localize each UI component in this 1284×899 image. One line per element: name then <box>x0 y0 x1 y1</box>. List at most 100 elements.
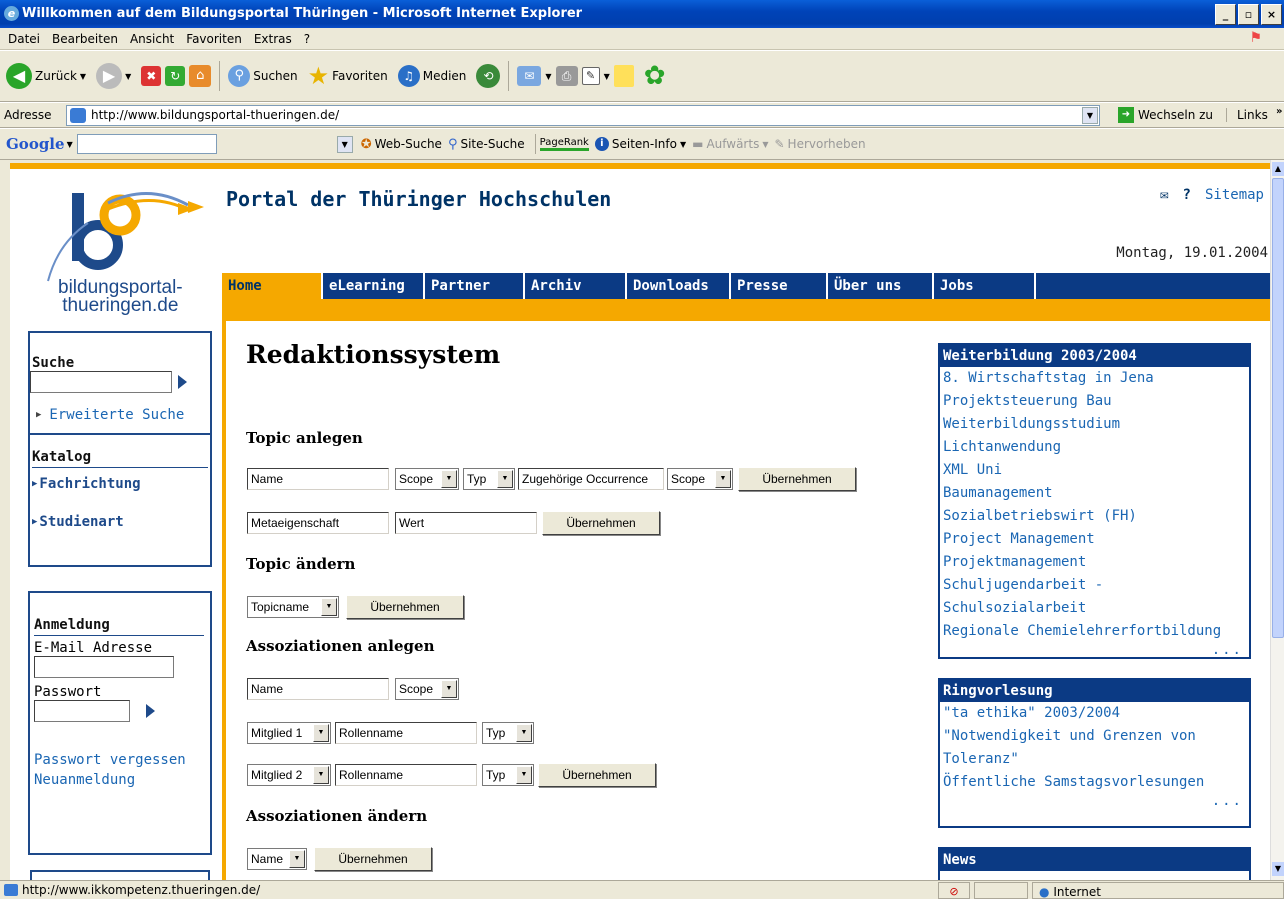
scroll-thumb[interactable] <box>1272 178 1284 638</box>
member2-rolename-field[interactable]: Rollenname <box>335 764 477 786</box>
assoc-create-submit-button[interactable]: Übernehmen <box>538 763 656 787</box>
menu-favoriten[interactable]: Favoriten <box>186 32 250 46</box>
topic-type-select[interactable]: Typ ▼ <box>463 468 515 490</box>
menu-datei[interactable]: Datei <box>8 32 48 46</box>
nav-partner[interactable]: Partner <box>425 273 525 299</box>
sitemap-link[interactable]: Sitemap <box>1205 187 1264 203</box>
scroll-down-icon[interactable]: ▼ <box>1272 862 1284 876</box>
favorites-button[interactable]: ★ Favoriten <box>308 62 388 90</box>
topic-create-submit-button[interactable]: Übernehmen <box>738 467 856 491</box>
search-input[interactable] <box>30 371 172 393</box>
list-item[interactable]: "ta ethika" 2003/2004 <box>940 702 1249 725</box>
list-item[interactable]: 8. Wirtschaftstag in Jena <box>940 367 1249 390</box>
member1-select[interactable]: Mitglied 1 ▼ <box>247 722 331 744</box>
nav-home[interactable]: Home <box>222 273 323 299</box>
meta-value-field[interactable]: Wert <box>395 512 537 534</box>
media-button[interactable]: ♫ Medien <box>397 65 466 87</box>
privacy-icon[interactable]: ⊘ <box>938 882 970 899</box>
nav-downloads[interactable]: Downloads <box>627 273 731 299</box>
mail-icon[interactable]: ✉ <box>1160 187 1168 203</box>
refresh-icon[interactable]: ↻ <box>165 66 186 86</box>
chevron-right-icon[interactable]: » <box>1276 106 1282 117</box>
site-search-button[interactable]: ⚲ Site-Suche <box>448 137 525 152</box>
topic-scope-select[interactable]: Scope ▼ <box>395 468 459 490</box>
mail-icon[interactable]: ✉ <box>517 66 542 86</box>
email-field[interactable] <box>34 656 174 678</box>
menu-extras[interactable]: Extras <box>254 32 300 46</box>
member1-type-select[interactable]: Typ ▼ <box>482 722 534 744</box>
nav-ueber-uns[interactable]: Über uns <box>828 273 934 299</box>
close-button[interactable]: × <box>1261 4 1282 25</box>
advanced-search-link[interactable]: Erweiterte Suche <box>49 407 184 423</box>
web-search-button[interactable]: ✪ Web-Suche <box>361 137 442 152</box>
assoc-scope-select[interactable]: Scope ▼ <box>395 678 459 700</box>
assoc-name-select[interactable]: Name ▼ <box>247 848 307 870</box>
site-logo[interactable]: bildungsportal- thueringen.de <box>28 183 218 323</box>
links-label[interactable]: Links <box>1226 108 1268 122</box>
meta-property-field[interactable]: Metaeigenschaft <box>247 512 389 534</box>
nav-presse[interactable]: Presse <box>731 273 828 299</box>
occurrence-scope-select[interactable]: Scope ▼ <box>667 468 733 490</box>
list-item[interactable]: Schuljugendarbeit - Schulsozialarbeit <box>940 574 1249 620</box>
menu-help[interactable]: ? <box>304 32 318 46</box>
password-field[interactable] <box>34 700 130 722</box>
nav-elearning[interactable]: eLearning <box>323 273 425 299</box>
edit-icon[interactable]: ✎ <box>581 67 600 85</box>
list-item[interactable]: Baumanagement <box>940 482 1249 505</box>
address-input[interactable]: http://www.bildungsportal-thueringen.de/… <box>66 105 1100 126</box>
help-icon[interactable]: ? <box>1183 187 1191 203</box>
google-search-dropdown-icon[interactable]: ▼ <box>336 135 353 153</box>
register-link[interactable]: Neuanmeldung <box>34 772 210 788</box>
nav-archiv[interactable]: Archiv <box>525 273 627 299</box>
occurrence-field[interactable]: Zugehörige Occurrence <box>518 468 664 490</box>
member1-rolename-field[interactable]: Rollenname <box>335 722 477 744</box>
ringvorlesung-more-link[interactable]: ... <box>940 794 1249 808</box>
assoc-change-submit-button[interactable]: Übernehmen <box>314 847 432 871</box>
list-item[interactable]: Weiterbildungsstudium <box>940 413 1249 436</box>
address-dropdown-icon[interactable]: ▼ <box>1082 107 1098 124</box>
maximize-button[interactable]: ▫ <box>1238 4 1259 25</box>
list-item[interactable]: XML Uni <box>940 459 1249 482</box>
search-button[interactable]: ⚲ Suchen <box>228 65 298 87</box>
stop-icon[interactable]: ✖ <box>141 66 162 86</box>
meta-submit-button[interactable]: Übernehmen <box>542 511 660 535</box>
menu-ansicht[interactable]: Ansicht <box>130 32 182 46</box>
weiterbildung-more-link[interactable]: ... <box>940 643 1249 657</box>
list-item[interactable]: Projektmanagement <box>940 551 1249 574</box>
pagerank-indicator[interactable]: PageRank <box>539 137 589 151</box>
messenger-icon[interactable]: ✿ <box>644 61 666 91</box>
scroll-up-icon[interactable]: ▲ <box>1272 162 1284 176</box>
print-icon[interactable]: ⎙ <box>555 66 578 86</box>
highlight-button[interactable]: ✎ Hervorheben <box>774 137 865 151</box>
nav-jobs[interactable]: Jobs <box>934 273 1036 299</box>
list-item[interactable]: Toleranz" <box>940 748 1249 771</box>
minimize-button[interactable]: _ <box>1215 4 1236 25</box>
list-item[interactable]: Regionale Chemielehrerfortbildung <box>940 620 1249 643</box>
topicname-select[interactable]: Topicname ▼ <box>247 596 339 618</box>
login-go-icon[interactable] <box>146 704 155 718</box>
list-item[interactable]: Öffentliche Samstagsvorlesungen <box>940 771 1249 794</box>
member2-select[interactable]: Mitglied 2 ▼ <box>247 764 331 786</box>
google-search-input[interactable] <box>76 134 217 154</box>
page-info-button[interactable]: i Seiten-Info ▼ <box>594 137 686 151</box>
topic-change-submit-button[interactable]: Übernehmen <box>346 595 464 619</box>
list-item[interactable]: Project Management <box>940 528 1249 551</box>
assoc-name-field[interactable]: Name <box>247 678 389 700</box>
google-logo[interactable]: Google <box>6 135 65 153</box>
history-icon[interactable]: ⟲ <box>476 64 501 88</box>
list-item[interactable]: Lichtanwendung <box>940 436 1249 459</box>
menu-bearbeiten[interactable]: Bearbeiten <box>52 32 126 46</box>
list-item[interactable]: "Notwendigkeit und Grenzen von <box>940 725 1249 748</box>
list-item[interactable]: Projektsteuerung Bau <box>940 390 1249 413</box>
topic-name-field[interactable]: Name <box>247 468 389 490</box>
catalog-item-fachrichtung[interactable]: ▶ Fachrichtung <box>32 476 210 492</box>
forgot-password-link[interactable]: Passwort vergessen <box>34 752 210 768</box>
member2-type-select[interactable]: Typ ▼ <box>482 764 534 786</box>
up-button[interactable]: ▬ Aufwärts ▼ <box>692 137 768 151</box>
forward-button[interactable]: ▶ ▼ <box>96 63 131 89</box>
back-button[interactable]: ◀ Zurück ▼ <box>6 63 86 89</box>
page-scrollbar[interactable]: ▲ ▼ <box>1270 160 1284 880</box>
home-icon[interactable]: ⌂ <box>189 65 212 87</box>
search-go-icon[interactable] <box>178 375 187 389</box>
notes-icon[interactable] <box>613 65 634 87</box>
